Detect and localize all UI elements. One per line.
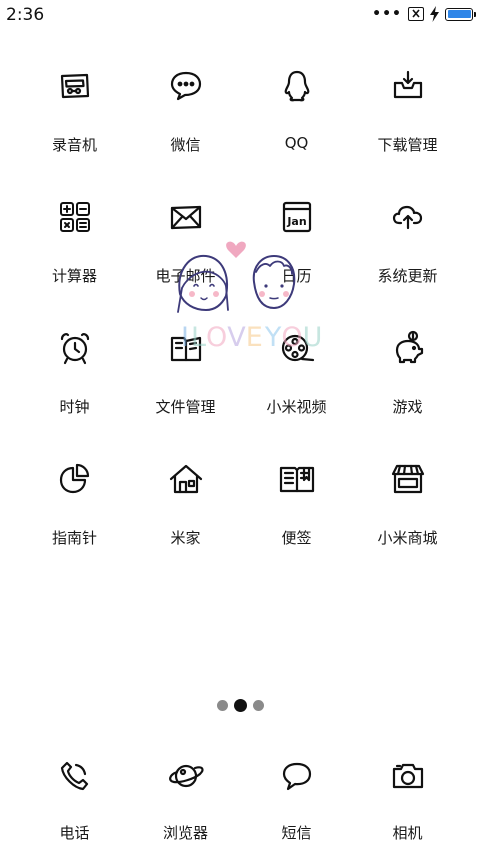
app-label: 短信 [281, 824, 312, 842]
app-clock[interactable]: 时钟 [19, 322, 130, 453]
app-notes[interactable]: 便签 [241, 453, 352, 584]
app-label: 米家 [170, 529, 201, 547]
message-bubble-icon [277, 756, 317, 796]
qq-icon [277, 66, 317, 106]
alarm-clock-icon [55, 328, 95, 368]
app-label: 计算器 [51, 267, 97, 285]
dock: 电话 浏览器 短信 相机 [19, 752, 463, 843]
app-label: 小米商城 [377, 529, 438, 547]
app-mi-store[interactable]: 小米商城 [352, 453, 463, 584]
download-icon [388, 66, 428, 106]
piggy-bank-icon [388, 328, 428, 368]
planet-icon [166, 756, 206, 796]
app-label: 系统更新 [377, 267, 438, 285]
app-label: 便签 [281, 529, 312, 547]
wechat-icon [166, 66, 206, 106]
status-icons: ••• [372, 5, 476, 23]
app-calculator[interactable]: 计算器 [19, 191, 130, 322]
app-calendar[interactable]: Jan 日历 [241, 191, 352, 322]
camera-icon [388, 756, 428, 796]
dock-app-camera[interactable]: 相机 [352, 752, 463, 843]
app-download-manager[interactable]: 下载管理 [352, 60, 463, 191]
app-grid: 录音机 微信 QQ 下载管理 计算器 电子邮件 Jan 日历 系统更新 时钟 文… [19, 60, 463, 584]
page-indicator[interactable] [0, 699, 480, 712]
app-label: 电话 [59, 824, 90, 842]
page-dot[interactable] [252, 700, 264, 711]
store-icon [388, 459, 428, 499]
no-sim-icon [408, 7, 424, 21]
dock-app-browser[interactable]: 浏览器 [130, 752, 241, 843]
battery-icon [445, 7, 476, 21]
app-label: 下载管理 [377, 136, 438, 154]
dock-app-phone[interactable]: 电话 [19, 752, 130, 843]
app-label: 游戏 [392, 398, 423, 416]
app-label: 微信 [170, 136, 201, 154]
cloud-upload-icon [388, 197, 428, 237]
status-bar: 2:36 ••• [0, 0, 480, 30]
more-notifications-icon: ••• [372, 6, 402, 22]
app-label: 相机 [392, 824, 423, 842]
status-time: 2:36 [6, 5, 45, 25]
app-wechat[interactable]: 微信 [130, 60, 241, 191]
app-label: 录音机 [51, 136, 97, 154]
pie-chart-icon [55, 459, 95, 499]
film-reel-icon [277, 328, 317, 368]
phone-icon [55, 756, 95, 796]
app-mi-video[interactable]: 小米视频 [241, 322, 352, 453]
calculator-icon [55, 197, 95, 237]
page-dot[interactable] [233, 699, 247, 712]
dock-app-messages[interactable]: 短信 [241, 752, 352, 843]
app-label: 文件管理 [155, 398, 216, 416]
app-system-update[interactable]: 系统更新 [352, 191, 463, 322]
calendar-icon: Jan [277, 197, 317, 237]
app-label: 浏览器 [162, 824, 208, 842]
app-label: 小米视频 [266, 398, 327, 416]
app-label: 日历 [281, 267, 312, 285]
recorder-icon [55, 66, 95, 106]
app-mijia[interactable]: 米家 [130, 453, 241, 584]
app-recorder[interactable]: 录音机 [19, 60, 130, 191]
house-icon [166, 459, 206, 499]
page-dot[interactable] [216, 700, 228, 711]
app-label: 时钟 [59, 398, 90, 416]
app-label: 电子邮件 [155, 267, 216, 285]
app-label: 指南针 [51, 529, 97, 547]
app-games[interactable]: 游戏 [352, 322, 463, 453]
calendar-month-text: Jan [286, 215, 306, 228]
email-icon [166, 197, 206, 237]
app-compass[interactable]: 指南针 [19, 453, 130, 584]
charging-bolt-icon [430, 6, 439, 22]
battery-fill [447, 10, 471, 18]
open-book-icon [277, 459, 317, 499]
folder-book-icon [166, 328, 206, 368]
app-label: QQ [284, 134, 309, 152]
app-qq[interactable]: QQ [241, 60, 352, 191]
app-email[interactable]: 电子邮件 [130, 191, 241, 322]
app-file-manager[interactable]: 文件管理 [130, 322, 241, 453]
